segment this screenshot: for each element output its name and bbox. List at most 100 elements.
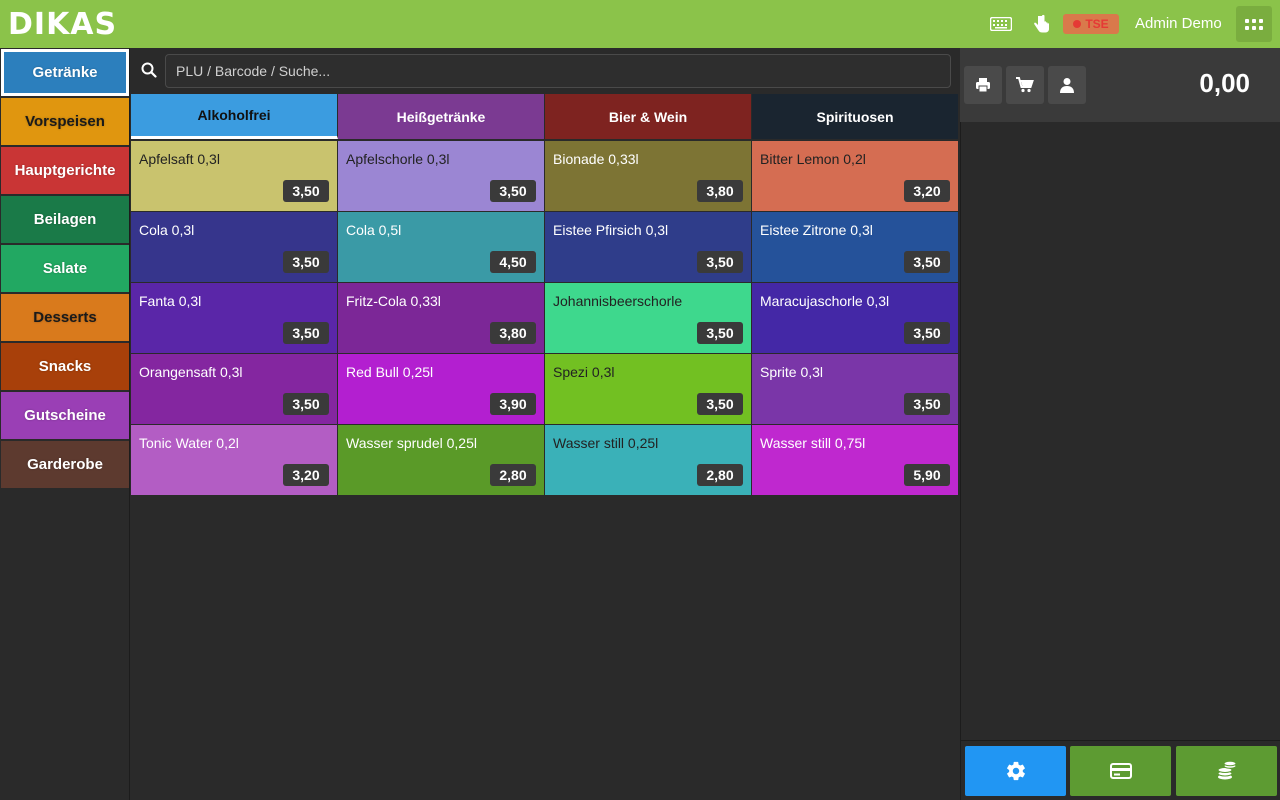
tab-alkoholfrei[interactable]: Alkoholfrei xyxy=(131,94,338,139)
product-tile[interactable]: Spezi 0,3l 3,50 xyxy=(545,354,751,424)
product-name: Apfelsaft 0,3l xyxy=(139,151,220,167)
touch-hand-icon[interactable] xyxy=(1031,12,1051,36)
product-price: 3,50 xyxy=(283,393,329,415)
tse-status-badge[interactable]: TSE xyxy=(1063,14,1119,34)
cart-button[interactable] xyxy=(1006,66,1044,104)
product-price: 3,50 xyxy=(490,180,536,202)
coins-icon xyxy=(1217,760,1236,780)
product-name: Fritz-Cola 0,33l xyxy=(346,293,441,309)
action-bar xyxy=(960,740,1280,800)
category-snacks[interactable]: Snacks xyxy=(1,343,129,390)
tse-label: TSE xyxy=(1085,17,1109,31)
product-price: 3,50 xyxy=(904,322,950,344)
product-name: Sprite 0,3l xyxy=(760,364,824,380)
product-tile[interactable]: Fanta 0,3l 3,50 xyxy=(131,283,337,353)
product-name: Spezi 0,3l xyxy=(553,364,615,380)
product-tile[interactable]: Maracujaschorle 0,3l 3,50 xyxy=(752,283,958,353)
dikas-logo: DIKAS xyxy=(8,6,117,42)
product-name: Bionade 0,33l xyxy=(553,151,639,167)
category-garderobe[interactable]: Garderobe xyxy=(1,441,129,488)
product-tile[interactable]: Red Bull 0,25l 3,90 xyxy=(338,354,544,424)
product-name: Wasser still 0,25l xyxy=(553,435,659,451)
product-tile[interactable]: Fritz-Cola 0,33l 3,80 xyxy=(338,283,544,353)
product-name: Maracujaschorle 0,3l xyxy=(760,293,890,309)
category-getr-nke[interactable]: Getränke xyxy=(1,49,129,96)
product-name: Tonic Water 0,2l xyxy=(139,435,239,451)
product-price: 3,50 xyxy=(283,322,329,344)
product-tile[interactable]: Johannisbeerschorle 3,50 xyxy=(545,283,751,353)
category-label: Getränke xyxy=(32,64,98,81)
product-price: 3,50 xyxy=(697,251,743,273)
product-price: 2,80 xyxy=(490,464,536,486)
product-tile[interactable]: Wasser still 0,75l 5,90 xyxy=(752,425,958,495)
product-tile[interactable]: Apfelsaft 0,3l 3,50 xyxy=(131,141,337,211)
cart-total: 0,00 xyxy=(1199,68,1250,98)
product-tile[interactable]: Orangensaft 0,3l 3,50 xyxy=(131,354,337,424)
category-label: Garderobe xyxy=(27,456,103,473)
category-vorspeisen[interactable]: Vorspeisen xyxy=(1,98,129,145)
apps-grid-icon[interactable] xyxy=(1236,6,1272,42)
product-name: Wasser sprudel 0,25l xyxy=(346,435,477,451)
print-button[interactable] xyxy=(964,66,1002,104)
settings-button[interactable] xyxy=(965,746,1066,796)
gear-icon xyxy=(1006,761,1025,781)
tab-hei-getr-nke[interactable]: Heißgetränke xyxy=(338,94,545,139)
product-tile[interactable]: Wasser sprudel 0,25l 2,80 xyxy=(338,425,544,495)
product-price: 3,90 xyxy=(490,393,536,415)
product-price: 3,50 xyxy=(697,322,743,344)
cash-payment-button[interactable] xyxy=(1176,746,1277,796)
product-grid: Apfelsaft 0,3l 3,50 Apfelschorle 0,3l 3,50 B… xyxy=(131,141,959,495)
tab-spirituosen[interactable]: Spirituosen xyxy=(752,94,959,139)
product-name: Fanta 0,3l xyxy=(139,293,202,309)
product-tile[interactable]: Tonic Water 0,2l 3,20 xyxy=(131,425,337,495)
card-payment-button[interactable] xyxy=(1070,746,1171,796)
category-label: Salate xyxy=(42,260,88,277)
product-name: Eistee Pfirsich 0,3l xyxy=(553,222,669,238)
product-price: 3,80 xyxy=(490,322,536,344)
person-icon xyxy=(1060,78,1074,93)
search-input[interactable] xyxy=(165,54,951,88)
product-name: Bitter Lemon 0,2l xyxy=(760,151,866,167)
product-price: 5,90 xyxy=(904,464,950,486)
product-tile[interactable]: Apfelschorle 0,3l 3,50 xyxy=(338,141,544,211)
search-icon xyxy=(141,62,157,78)
cart-icon xyxy=(1016,77,1034,93)
product-tile[interactable]: Cola 0,3l 3,50 xyxy=(131,212,337,282)
product-tile[interactable]: Bionade 0,33l 3,80 xyxy=(545,141,751,211)
search-bar xyxy=(131,48,959,94)
product-tile[interactable]: Eistee Pfirsich 0,3l 3,50 xyxy=(545,212,751,282)
category-gutscheine[interactable]: Gutscheine xyxy=(1,392,129,439)
category-label: Gutscheine xyxy=(24,407,106,424)
product-price: 3,50 xyxy=(697,393,743,415)
category-beilagen[interactable]: Beilagen xyxy=(1,196,129,243)
printer-icon xyxy=(976,78,990,93)
product-price: 3,50 xyxy=(904,393,950,415)
cart-items-area[interactable] xyxy=(960,122,1280,740)
product-name: Apfelschorle 0,3l xyxy=(346,151,450,167)
product-price: 3,80 xyxy=(697,180,743,202)
product-tile[interactable]: Cola 0,5l 4,50 xyxy=(338,212,544,282)
product-tile[interactable]: Bitter Lemon 0,2l 3,20 xyxy=(752,141,958,211)
top-bar: DIKAS TSE Admin Demo xyxy=(0,0,1280,48)
keyboard-icon[interactable] xyxy=(990,12,1012,36)
category-label: Desserts xyxy=(33,309,97,326)
category-label: Beilagen xyxy=(33,211,97,228)
product-price: 3,50 xyxy=(904,251,950,273)
product-name: Red Bull 0,25l xyxy=(346,364,434,380)
product-tile[interactable]: Wasser still 0,25l 2,80 xyxy=(545,425,751,495)
product-tile[interactable]: Eistee Zitrone 0,3l 3,50 xyxy=(752,212,958,282)
customer-button[interactable] xyxy=(1048,66,1086,104)
tab-bier-wein[interactable]: Bier & Wein xyxy=(545,94,752,139)
category-salate[interactable]: Salate xyxy=(1,245,129,292)
category-hauptgerichte[interactable]: Hauptgerichte xyxy=(1,147,129,194)
category-desserts[interactable]: Desserts xyxy=(1,294,129,341)
logo-text: DIKAS xyxy=(8,6,118,42)
product-price: 3,50 xyxy=(283,251,329,273)
product-price: 3,20 xyxy=(283,464,329,486)
user-name[interactable]: Admin Demo xyxy=(1135,15,1222,32)
product-tile[interactable]: Sprite 0,3l 3,50 xyxy=(752,354,958,424)
product-name: Orangensaft 0,3l xyxy=(139,364,243,380)
product-price: 3,50 xyxy=(283,180,329,202)
credit-card-icon xyxy=(1109,763,1132,779)
product-name: Eistee Zitrone 0,3l xyxy=(760,222,873,238)
